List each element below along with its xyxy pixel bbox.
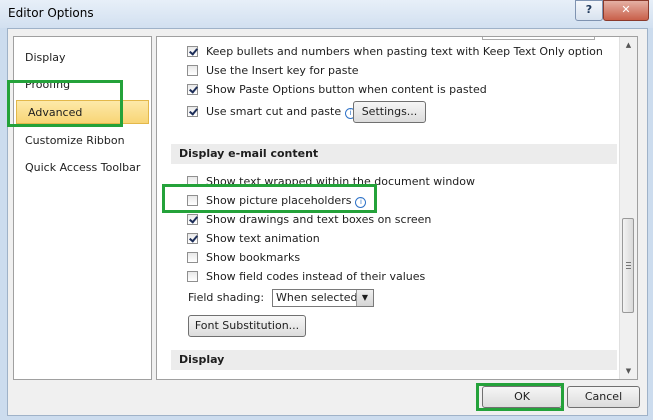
scroll-thumb[interactable] <box>622 218 634 313</box>
checkbox-icon[interactable] <box>187 84 198 95</box>
option-label: Show Paste Options button when content i… <box>206 83 487 96</box>
field-shading-value: When selected <box>276 291 358 304</box>
option-field-codes[interactable]: Show field codes instead of their values <box>187 269 425 285</box>
scroll-up-icon[interactable]: ▲ <box>620 37 637 53</box>
option-bookmarks[interactable]: Show bookmarks <box>187 250 300 266</box>
chevron-down-icon[interactable]: ▼ <box>356 290 373 306</box>
option-label: Show drawings and text boxes on screen <box>206 213 432 226</box>
grip-line <box>626 268 631 269</box>
checkbox-icon[interactable] <box>187 252 198 263</box>
checkbox-icon[interactable] <box>187 233 198 244</box>
checkbox-icon[interactable] <box>187 106 198 117</box>
option-paste-options[interactable]: Show Paste Options button when content i… <box>187 82 487 98</box>
checkbox-icon[interactable] <box>187 271 198 282</box>
option-insert-key[interactable]: Use the Insert key for paste <box>187 63 359 79</box>
field-shading-label: Field shading: <box>188 291 265 304</box>
scroll-down-icon[interactable]: ▼ <box>620 363 637 379</box>
field-shading-select[interactable]: When selected ▼ <box>272 289 374 307</box>
checkbox-icon[interactable] <box>187 46 198 57</box>
settings-button[interactable]: Settings... <box>353 101 426 123</box>
highlight-box-advanced <box>7 80 123 127</box>
option-label: Use the Insert key for paste <box>206 64 359 77</box>
scrolled-dropdown-edge <box>482 37 595 40</box>
highlight-box-picture-placeholders <box>162 184 377 213</box>
grip-line <box>626 265 631 266</box>
title-bar: Editor Options ? ✕ <box>0 0 653 28</box>
option-smart-cut[interactable]: Use smart cut and paste i <box>187 104 357 120</box>
option-label: Show field codes instead of their values <box>206 270 426 283</box>
section-display: Display <box>171 350 617 370</box>
checkbox-icon[interactable] <box>187 214 198 225</box>
option-label: Show text animation <box>206 232 320 245</box>
option-keep-bullets[interactable]: Keep bullets and numbers when pasting te… <box>187 44 603 60</box>
checkbox-icon[interactable] <box>187 65 198 76</box>
option-text-animation[interactable]: Show text animation <box>187 231 320 247</box>
option-label: Use smart cut and paste <box>206 105 342 118</box>
section-display-email-content: Display e-mail content <box>171 144 617 164</box>
vertical-scrollbar[interactable]: ▲ ▼ <box>619 37 637 379</box>
close-button[interactable]: ✕ <box>603 0 649 21</box>
nav-item-customize-ribbon[interactable]: Customize Ribbon <box>14 129 151 153</box>
window-title: Editor Options <box>8 6 94 20</box>
cancel-button[interactable]: Cancel <box>567 386 640 408</box>
highlight-box-ok <box>476 383 564 411</box>
nav-item-display[interactable]: Display <box>14 46 151 70</box>
help-button[interactable]: ? <box>575 0 603 21</box>
nav-item-quick-access-toolbar[interactable]: Quick Access Toolbar <box>14 156 151 180</box>
option-label: Show bookmarks <box>206 251 301 264</box>
option-label: Keep bullets and numbers when pasting te… <box>206 45 603 58</box>
grip-line <box>626 262 631 263</box>
font-substitution-button[interactable]: Font Substitution... <box>188 315 306 337</box>
option-drawings[interactable]: Show drawings and text boxes on screen <box>187 212 431 228</box>
